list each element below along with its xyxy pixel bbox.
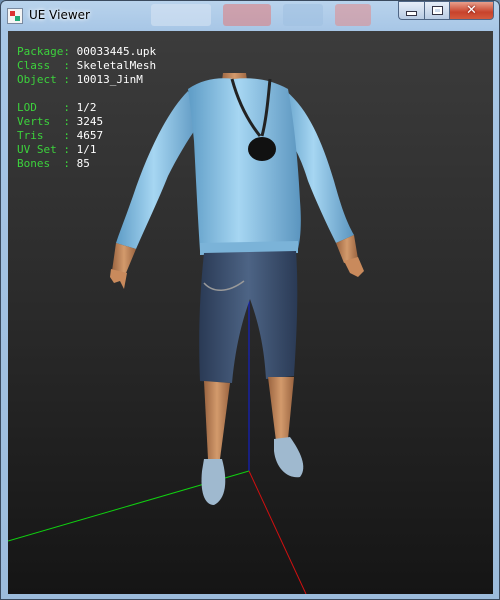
close-icon: ✕	[466, 3, 477, 18]
info-value: 10013_JinM	[76, 73, 143, 86]
info-label: Tris :	[17, 129, 70, 142]
info-label: Object :	[17, 73, 70, 86]
title-bar[interactable]: UE Viewer ✕	[1, 1, 499, 31]
info-row-lod: LOD : 1/2	[17, 101, 156, 115]
character-left-shin	[204, 381, 230, 459]
background-blur-decoration	[223, 4, 271, 26]
info-value: SkeletalMesh	[76, 59, 157, 72]
info-label: UV Set :	[17, 143, 70, 156]
info-label: Bones :	[17, 157, 70, 170]
character-pendant	[248, 137, 276, 161]
info-row-bones: Bones : 85	[17, 157, 156, 171]
info-row-class: Class : SkeletalMesh	[17, 59, 156, 73]
background-blur-decoration	[283, 4, 323, 26]
axis-x-line	[248, 470, 307, 594]
info-label: Verts :	[17, 115, 70, 128]
close-button[interactable]: ✕	[450, 1, 494, 20]
info-value: 1/2	[76, 101, 97, 114]
character-left-shoe	[201, 459, 226, 505]
window-title: UE Viewer	[29, 8, 90, 22]
info-row-uvset: UV Set : 1/1	[17, 143, 156, 157]
ue-viewer-window: UE Viewer ✕ Package: 00033445.upk Class …	[0, 0, 500, 600]
character-right-shin	[268, 377, 294, 441]
character-right-shoe	[274, 437, 304, 478]
info-label: Package:	[17, 45, 70, 58]
minimize-button[interactable]	[398, 1, 424, 20]
maximize-icon	[432, 7, 442, 14]
minimize-icon	[406, 11, 417, 16]
info-row-verts: Verts : 3245	[17, 115, 156, 129]
character-sweater	[188, 78, 301, 256]
info-label: LOD :	[17, 101, 70, 114]
mesh-info-overlay: Package: 00033445.upk Class : SkeletalMe…	[17, 45, 156, 171]
info-label: Class :	[17, 59, 70, 72]
info-value: 1/1	[76, 143, 97, 156]
info-value: 00033445.upk	[76, 45, 157, 58]
ue-viewer-app-icon	[7, 8, 23, 24]
info-value: 3245	[76, 115, 104, 128]
background-blur-decoration	[335, 4, 371, 26]
info-row-package: Package: 00033445.upk	[17, 45, 156, 59]
info-row-tris: Tris : 4657	[17, 129, 156, 143]
background-blur-decoration	[151, 4, 211, 26]
maximize-button[interactable]	[424, 1, 450, 20]
info-value: 4657	[76, 129, 104, 142]
caption-buttons: ✕	[398, 1, 494, 20]
info-row-object: Object : 10013_JinM	[17, 73, 156, 87]
3d-viewport[interactable]: Package: 00033445.upk Class : SkeletalMe…	[8, 31, 493, 594]
info-value: 85	[76, 157, 90, 170]
character-jeans	[199, 251, 298, 383]
